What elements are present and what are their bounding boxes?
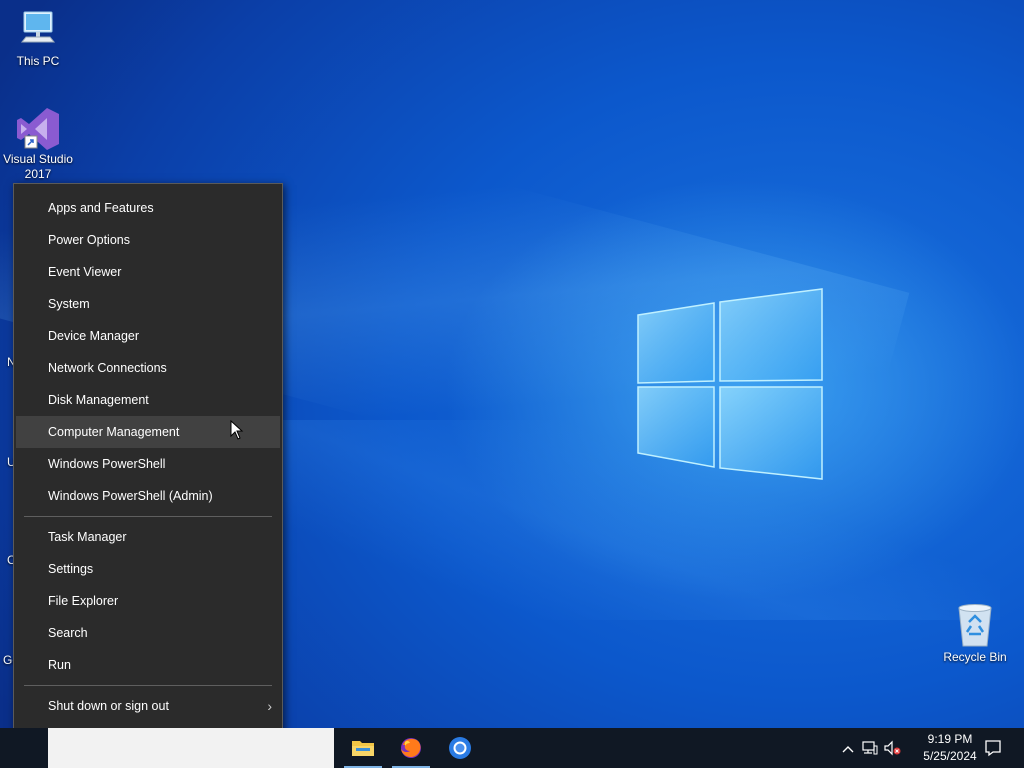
menu-item-label: Shut down or sign out xyxy=(48,699,169,713)
taskbar: 9:19 PM 5/25/2024 xyxy=(0,728,1024,768)
desktop-icon-recycle-bin[interactable]: Recycle Bin xyxy=(937,602,1013,665)
menu-item-windows-powershell[interactable]: Windows PowerShell xyxy=(14,448,282,480)
volume-muted-icon[interactable] xyxy=(884,740,901,756)
recycle-bin-icon xyxy=(958,604,992,647)
taskbar-app-chromium[interactable] xyxy=(437,728,483,768)
desktop-icon-label: Recycle Bin xyxy=(943,650,1007,664)
action-center-icon[interactable] xyxy=(984,739,1002,757)
menu-item-file-explorer[interactable]: File Explorer xyxy=(14,585,282,617)
menu-item-apps-and-features[interactable]: Apps and Features xyxy=(14,192,282,224)
menu-item-system[interactable]: System xyxy=(14,288,282,320)
mouse-cursor-icon xyxy=(230,420,244,440)
menu-item-event-viewer[interactable]: Event Viewer xyxy=(14,256,282,288)
taskbar-search-box[interactable] xyxy=(48,728,334,768)
start-button[interactable] xyxy=(0,728,48,768)
network-icon[interactable] xyxy=(862,740,878,756)
menu-item-windows-powershell-admin[interactable]: Windows PowerShell (Admin) xyxy=(14,480,282,512)
menu-item-settings[interactable]: Settings xyxy=(14,553,282,585)
windows-logo-wallpaper xyxy=(637,288,823,480)
desktop-icon-this-pc[interactable]: This PC xyxy=(0,8,76,69)
menu-item-power-options[interactable]: Power Options xyxy=(14,224,282,256)
chevron-right-icon: › xyxy=(267,698,272,714)
desktop-icon-label: This PC xyxy=(16,54,60,68)
taskbar-clock[interactable]: 9:19 PM 5/25/2024 xyxy=(909,731,991,765)
menu-item-search[interactable]: Search xyxy=(14,617,282,649)
taskbar-app-file-explorer[interactable] xyxy=(340,728,386,768)
clock-time: 9:19 PM xyxy=(927,732,973,746)
menu-item-disk-management[interactable]: Disk Management xyxy=(14,384,282,416)
menu-item-device-manager[interactable]: Device Manager xyxy=(14,320,282,352)
menu-item-network-connections[interactable]: Network Connections xyxy=(14,352,282,384)
menu-separator xyxy=(24,685,272,686)
firefox-icon xyxy=(401,738,421,758)
clock-date: 5/25/2024 xyxy=(923,749,977,763)
menu-item-run[interactable]: Run xyxy=(14,649,282,681)
taskbar-app-firefox[interactable] xyxy=(388,728,434,768)
visual-studio-icon xyxy=(17,108,59,150)
desktop-icon-visual-studio[interactable]: Visual Studio 2017 xyxy=(0,106,76,182)
system-tray: 9:19 PM 5/25/2024 xyxy=(824,728,1024,768)
chromium-icon xyxy=(449,737,471,759)
winx-quick-link-menu: Apps and Features Power Options Event Vi… xyxy=(13,183,283,762)
computer-icon xyxy=(20,11,56,43)
menu-item-task-manager[interactable]: Task Manager xyxy=(14,521,282,553)
menu-separator xyxy=(24,516,272,517)
desktop-icon-label-line2: 2017 xyxy=(24,167,52,181)
menu-item-shut-down-or-sign-out[interactable]: Shut down or sign out › xyxy=(14,690,282,722)
show-hidden-icons-chevron-icon[interactable] xyxy=(840,740,856,756)
folder-icon xyxy=(352,741,374,756)
desktop-icon-label-line1: Visual Studio xyxy=(3,152,73,166)
